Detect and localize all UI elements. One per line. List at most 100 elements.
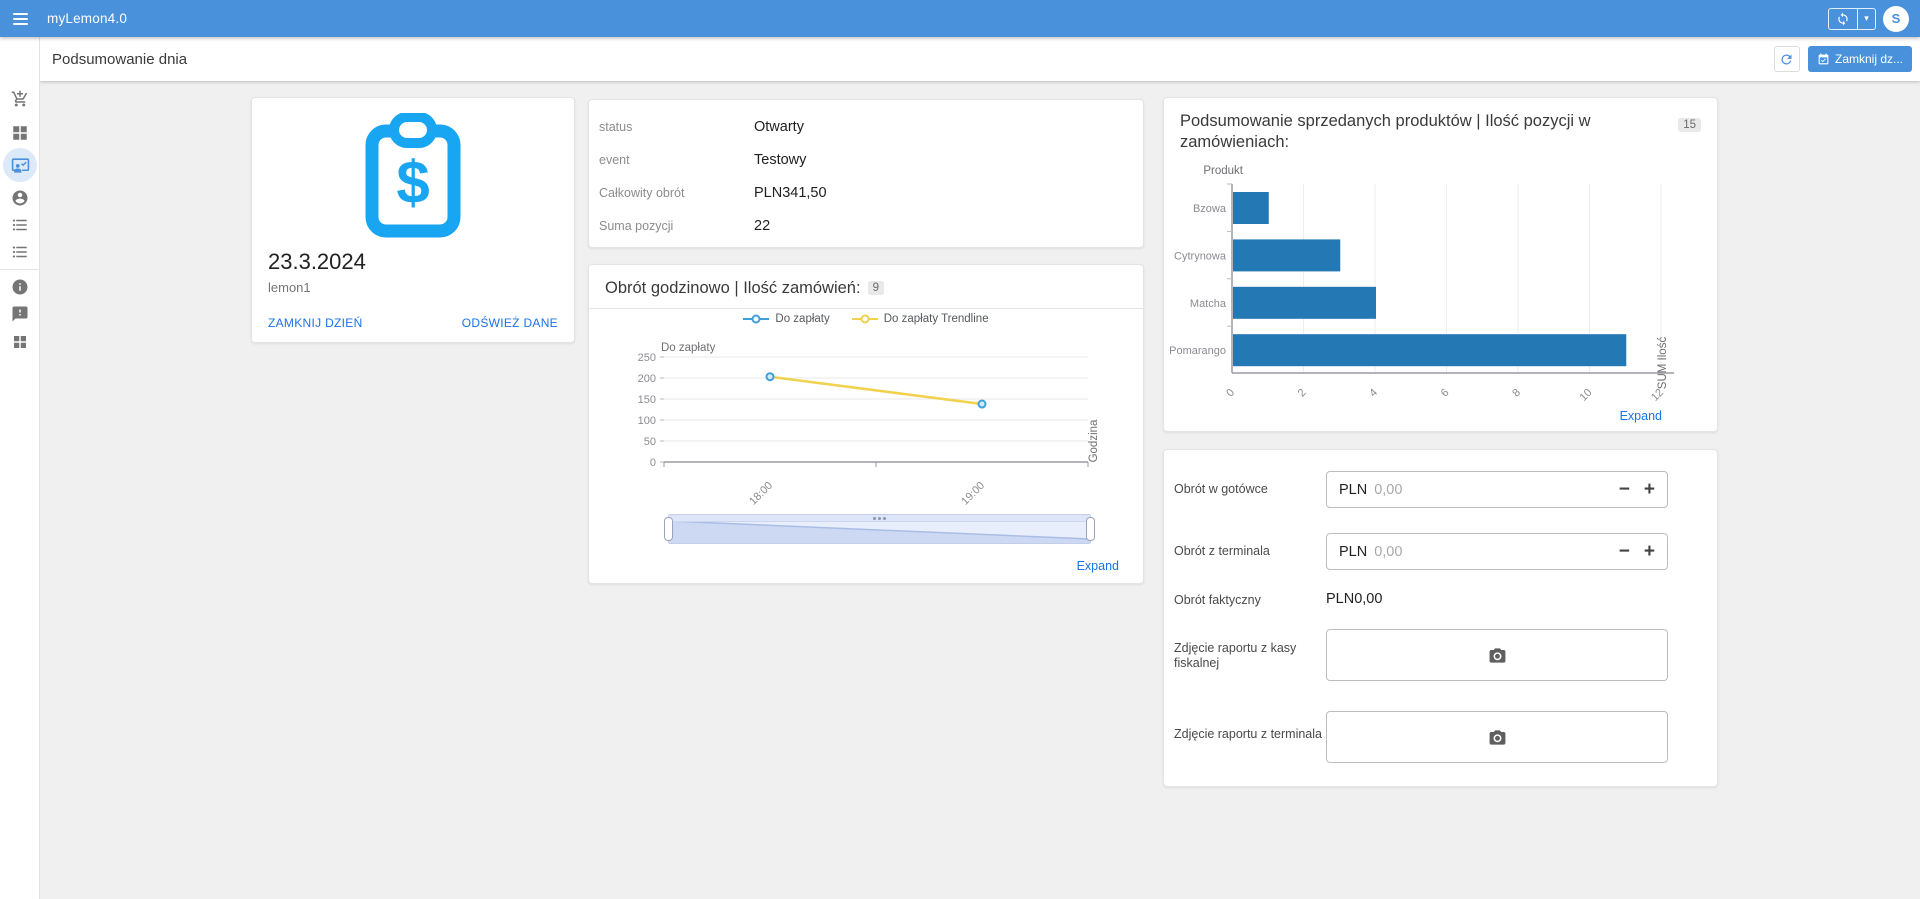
fiscal-report-upload[interactable] [1326, 629, 1668, 681]
minus-button[interactable]: − [1619, 480, 1630, 499]
hourly-revenue-card: Obrót godzinowo | Ilość zamówień: 9 Do za… [588, 264, 1144, 584]
row-label: Suma pozycji [599, 219, 754, 233]
status-row: Suma pozycji 22 [599, 209, 1143, 242]
closing-form-card: Obrót w gotówce PLN − + Obrót z terminal… [1163, 449, 1718, 787]
page-header: Podsumowanie dnia Zamknij dz... [40, 37, 1920, 81]
currency-prefix: PLN [1339, 482, 1367, 498]
actual-revenue-label: Obrót faktyczny [1174, 593, 1322, 608]
legend-label: Do zapłaty Trendline [884, 313, 989, 325]
hourly-chart-title: Obrót godzinowo | Ilość zamówień: [605, 279, 861, 297]
svg-text:10: 10 [1577, 387, 1594, 404]
range-handle-left[interactable] [664, 517, 673, 541]
range-selector-grip[interactable] [669, 515, 1090, 522]
add-cart-icon[interactable] [0, 90, 40, 108]
sidebar [0, 37, 40, 899]
products-bar-chart: 024681012ProduktBzowaCytrynowaMatchaPoma… [1164, 158, 1719, 410]
svg-text:0: 0 [650, 457, 656, 469]
svg-text:$: $ [396, 149, 429, 216]
svg-text:Godzina: Godzina [1088, 419, 1100, 462]
close-day-link[interactable]: ZAMKNIJ DZIEŃ [268, 316, 363, 330]
row-label: event [599, 153, 754, 167]
svg-text:Bzowa: Bzowa [1193, 203, 1227, 215]
row-label: status [599, 120, 754, 134]
svg-text:Cytrynowa: Cytrynowa [1174, 250, 1227, 262]
menu-icon[interactable] [0, 13, 40, 25]
account-icon[interactable] [0, 189, 40, 207]
sync-split-button: ▾ [1828, 8, 1876, 30]
svg-text:Pomarango: Pomarango [1169, 345, 1226, 357]
sidebar-divider [0, 269, 40, 270]
cash-amount-field[interactable] [1374, 482, 1605, 498]
sold-products-card: Podsumowanie sprzedanych produktów | Ilo… [1163, 97, 1718, 432]
svg-text:Matcha: Matcha [1190, 298, 1227, 310]
cash-revenue-input: PLN − + [1326, 471, 1668, 508]
sales-report-icon[interactable] [3, 148, 37, 182]
camera-icon [1488, 728, 1507, 747]
svg-text:50: 50 [644, 436, 656, 448]
svg-text:Do zapłaty: Do zapłaty [661, 342, 716, 354]
day-summary-card: $ 23.3.2024 lemon1 ZAMKNIJ DZIEŃ ODŚWIEŻ… [251, 97, 575, 343]
current-date: 23.3.2024 [268, 249, 574, 275]
sync-icon[interactable] [1829, 9, 1858, 29]
info-icon[interactable] [0, 278, 40, 296]
legend-label: Do zapłaty [775, 313, 829, 325]
chevron-down-icon[interactable]: ▾ [1858, 9, 1875, 29]
range-selector[interactable] [668, 514, 1091, 544]
terminal-revenue-input: PLN − + [1326, 533, 1668, 570]
cash-revenue-label: Obrót w gotówce [1174, 482, 1322, 497]
camera-icon [1488, 646, 1507, 665]
status-row: event Testowy [599, 143, 1143, 176]
svg-text:6: 6 [1439, 387, 1452, 400]
svg-text:150: 150 [638, 394, 656, 406]
svg-text:SUM Ilość: SUM Ilość [1657, 337, 1669, 390]
range-handle-right[interactable] [1086, 517, 1095, 541]
svg-text:Produkt: Produkt [1203, 165, 1243, 177]
terminal-revenue-label: Obrót z terminala [1174, 544, 1322, 559]
svg-text:18:00: 18:00 [747, 480, 775, 508]
terminal-amount-field[interactable] [1374, 544, 1605, 560]
hourly-line-chart: 0 50 100 150 200 250 Do zapłaty 18:00 19:00 Godzi… [589, 329, 1145, 514]
svg-text:4: 4 [1367, 387, 1380, 400]
row-value: Otwarty [754, 119, 804, 135]
row-value: PLN341,50 [754, 185, 827, 201]
legend-item[interactable]: Do zapłaty Trendline [852, 313, 989, 325]
list-alt-icon[interactable] [0, 243, 40, 261]
svg-text:250: 250 [638, 352, 656, 364]
app-title: myLemon4.0 [47, 11, 127, 26]
user-avatar[interactable]: S [1883, 6, 1909, 32]
plus-button[interactable]: + [1644, 542, 1655, 561]
list-icon[interactable] [0, 216, 40, 234]
legend-marker-icon [743, 314, 769, 324]
refresh-data-link[interactable]: ODŚWIEŻ DANE [462, 316, 558, 330]
expand-hourly-chart-link[interactable]: Expand [1077, 559, 1119, 573]
chart-legend: Do zapłaty Do zapłaty Trendline [589, 313, 1143, 325]
status-row: status Otwarty [599, 110, 1143, 143]
plus-button[interactable]: + [1644, 480, 1655, 499]
location-name: lemon1 [268, 280, 574, 295]
actual-revenue-value: PLN0,00 [1326, 591, 1382, 607]
svg-text:100: 100 [638, 415, 656, 427]
refresh-button[interactable] [1774, 46, 1800, 72]
row-label: Całkowity obrót [599, 186, 754, 200]
terminal-report-photo-label: Zdjęcie raportu z terminala [1174, 727, 1322, 742]
expand-products-chart-link[interactable]: Expand [1620, 409, 1662, 423]
row-value: Testowy [754, 152, 806, 168]
feedback-icon[interactable] [0, 305, 40, 323]
svg-text:200: 200 [638, 373, 656, 385]
svg-text:0: 0 [1224, 387, 1237, 400]
page-title: Podsumowanie dnia [52, 51, 187, 68]
legend-item[interactable]: Do zapłaty [743, 313, 829, 325]
minus-button[interactable]: − [1619, 542, 1630, 561]
terminal-report-upload[interactable] [1326, 711, 1668, 763]
apps-icon[interactable] [0, 333, 40, 351]
currency-prefix: PLN [1339, 544, 1367, 560]
table-icon[interactable] [0, 124, 40, 142]
orders-count-badge: 9 [868, 281, 884, 295]
status-card: status Otwarty event Testowy Całkowity o… [588, 99, 1144, 248]
products-chart-title: Podsumowanie sprzedanych produktów | Ilo… [1180, 112, 1591, 151]
close-day-button[interactable]: Zamknij dz... [1808, 46, 1912, 72]
svg-text:19:00: 19:00 [959, 480, 987, 508]
svg-text:8: 8 [1510, 387, 1523, 400]
calendar-check-icon [1817, 53, 1830, 66]
row-value: 22 [754, 218, 770, 234]
